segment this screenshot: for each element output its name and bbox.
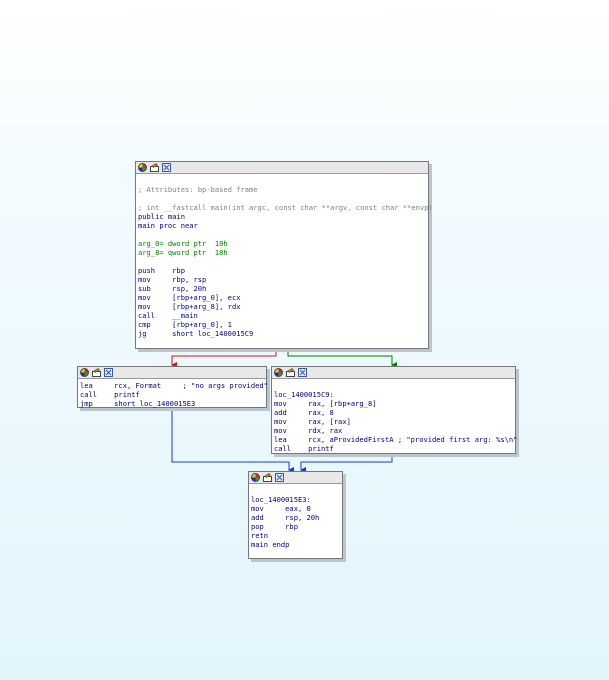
disasm-line[interactable]: mov rax, [rax] <box>274 417 513 426</box>
graph-node-loc-1400015c9[interactable]: loc_1400015C9: mov rax, [rbp+arg_8] add ra… <box>271 366 517 456</box>
disasm-line[interactable]: loc_1400015C9: <box>274 390 513 399</box>
disasm-line[interactable]: loc_1400015E3: <box>251 495 340 504</box>
disasm-line[interactable]: lea rcx, aProvidedFirstA ; "provided fir… <box>274 435 517 444</box>
color-node-icon[interactable] <box>274 368 283 377</box>
rename-node-icon[interactable] <box>150 163 159 172</box>
edge-false-to-noargs[interactable] <box>171 347 277 368</box>
disasm-line[interactable]: main endp <box>251 540 340 549</box>
disasm-line[interactable]: push rbp <box>138 266 426 275</box>
disasm-line[interactable]: lea rcx, Format ; "no args provided" <box>80 381 268 390</box>
disasm-line[interactable]: mov eax, 0 <box>251 504 340 513</box>
disasm-line[interactable]: arg_0= dword ptr 10h <box>138 239 426 248</box>
disasm-line[interactable]: pop rbp <box>251 522 340 531</box>
graph-node-main[interactable]: ; Attributes: bp-based frame ; int __fast… <box>135 161 433 349</box>
disasm-line[interactable]: call printf <box>80 390 264 399</box>
disasm-line[interactable]: call __main <box>138 311 426 320</box>
color-node-icon[interactable] <box>80 368 89 377</box>
node-header <box>272 367 515 379</box>
disasm-line[interactable]: add rsp, 20h <box>251 513 340 522</box>
rename-node-icon[interactable] <box>92 368 101 377</box>
disasm-line[interactable]: main proc near <box>138 221 426 230</box>
node-header <box>136 162 428 174</box>
disasm-line[interactable]: arg_8= qword ptr 18h <box>138 248 426 257</box>
graph-node-loc-1400015e3[interactable]: loc_1400015E3: mov eax, 0 add rsp, 20h pop … <box>248 471 343 559</box>
node-disassembly: ; Attributes: bp-based frame ; int __fast… <box>136 174 433 341</box>
rename-node-icon[interactable] <box>263 473 272 482</box>
disasm-line[interactable]: mov rdx, rax <box>274 426 513 435</box>
disasm-line[interactable]: add rax, 8 <box>274 408 513 417</box>
disasm-line[interactable]: ; Attributes: bp-based frame <box>138 185 426 194</box>
disasm-line[interactable]: cmp [rbp+arg_0], 1 <box>138 320 426 329</box>
disasm-line[interactable]: retn <box>251 531 340 540</box>
group-node-icon[interactable] <box>104 368 113 377</box>
disasm-line[interactable]: mov [rbp+arg_8], rdx <box>138 302 426 311</box>
disasm-line[interactable]: jmp short loc_1400015E3 <box>80 399 264 408</box>
group-node-icon[interactable] <box>162 163 171 172</box>
disasm-line[interactable]: sub rsp, 20h <box>138 284 426 293</box>
disasm-line[interactable]: jg short loc_1400015C9 <box>138 329 426 338</box>
edge-true-to-loc15c9[interactable] <box>287 347 397 368</box>
disasm-line[interactable]: mov rax, [rbp+arg_8] <box>274 399 513 408</box>
color-node-icon[interactable] <box>251 473 260 482</box>
disasm-line[interactable]: call printf <box>274 444 513 453</box>
node-disassembly: loc_1400015E3: mov eax, 0 add rsp, 20h pop … <box>249 484 342 552</box>
node-disassembly: loc_1400015C9: mov rax, [rbp+arg_8] add ra… <box>272 379 517 456</box>
disasm-line[interactable]: mov rbp, rsp <box>138 275 426 284</box>
color-node-icon[interactable] <box>138 163 147 172</box>
disasm-line[interactable]: mov [rbp+arg_0], ecx <box>138 293 426 302</box>
node-header <box>78 367 266 379</box>
graph-node-no-args[interactable]: lea rcx, Format ; "no args provided" call… <box>77 366 268 411</box>
node-disassembly: lea rcx, Format ; "no args provided" call… <box>78 379 268 411</box>
group-node-icon[interactable] <box>275 473 284 482</box>
disasm-line[interactable]: ; int __fastcall main(int argc, const ch… <box>138 203 433 212</box>
node-header <box>249 472 342 484</box>
rename-node-icon[interactable] <box>286 368 295 377</box>
disasm-line[interactable]: public main <box>138 212 426 221</box>
group-node-icon[interactable] <box>298 368 307 377</box>
